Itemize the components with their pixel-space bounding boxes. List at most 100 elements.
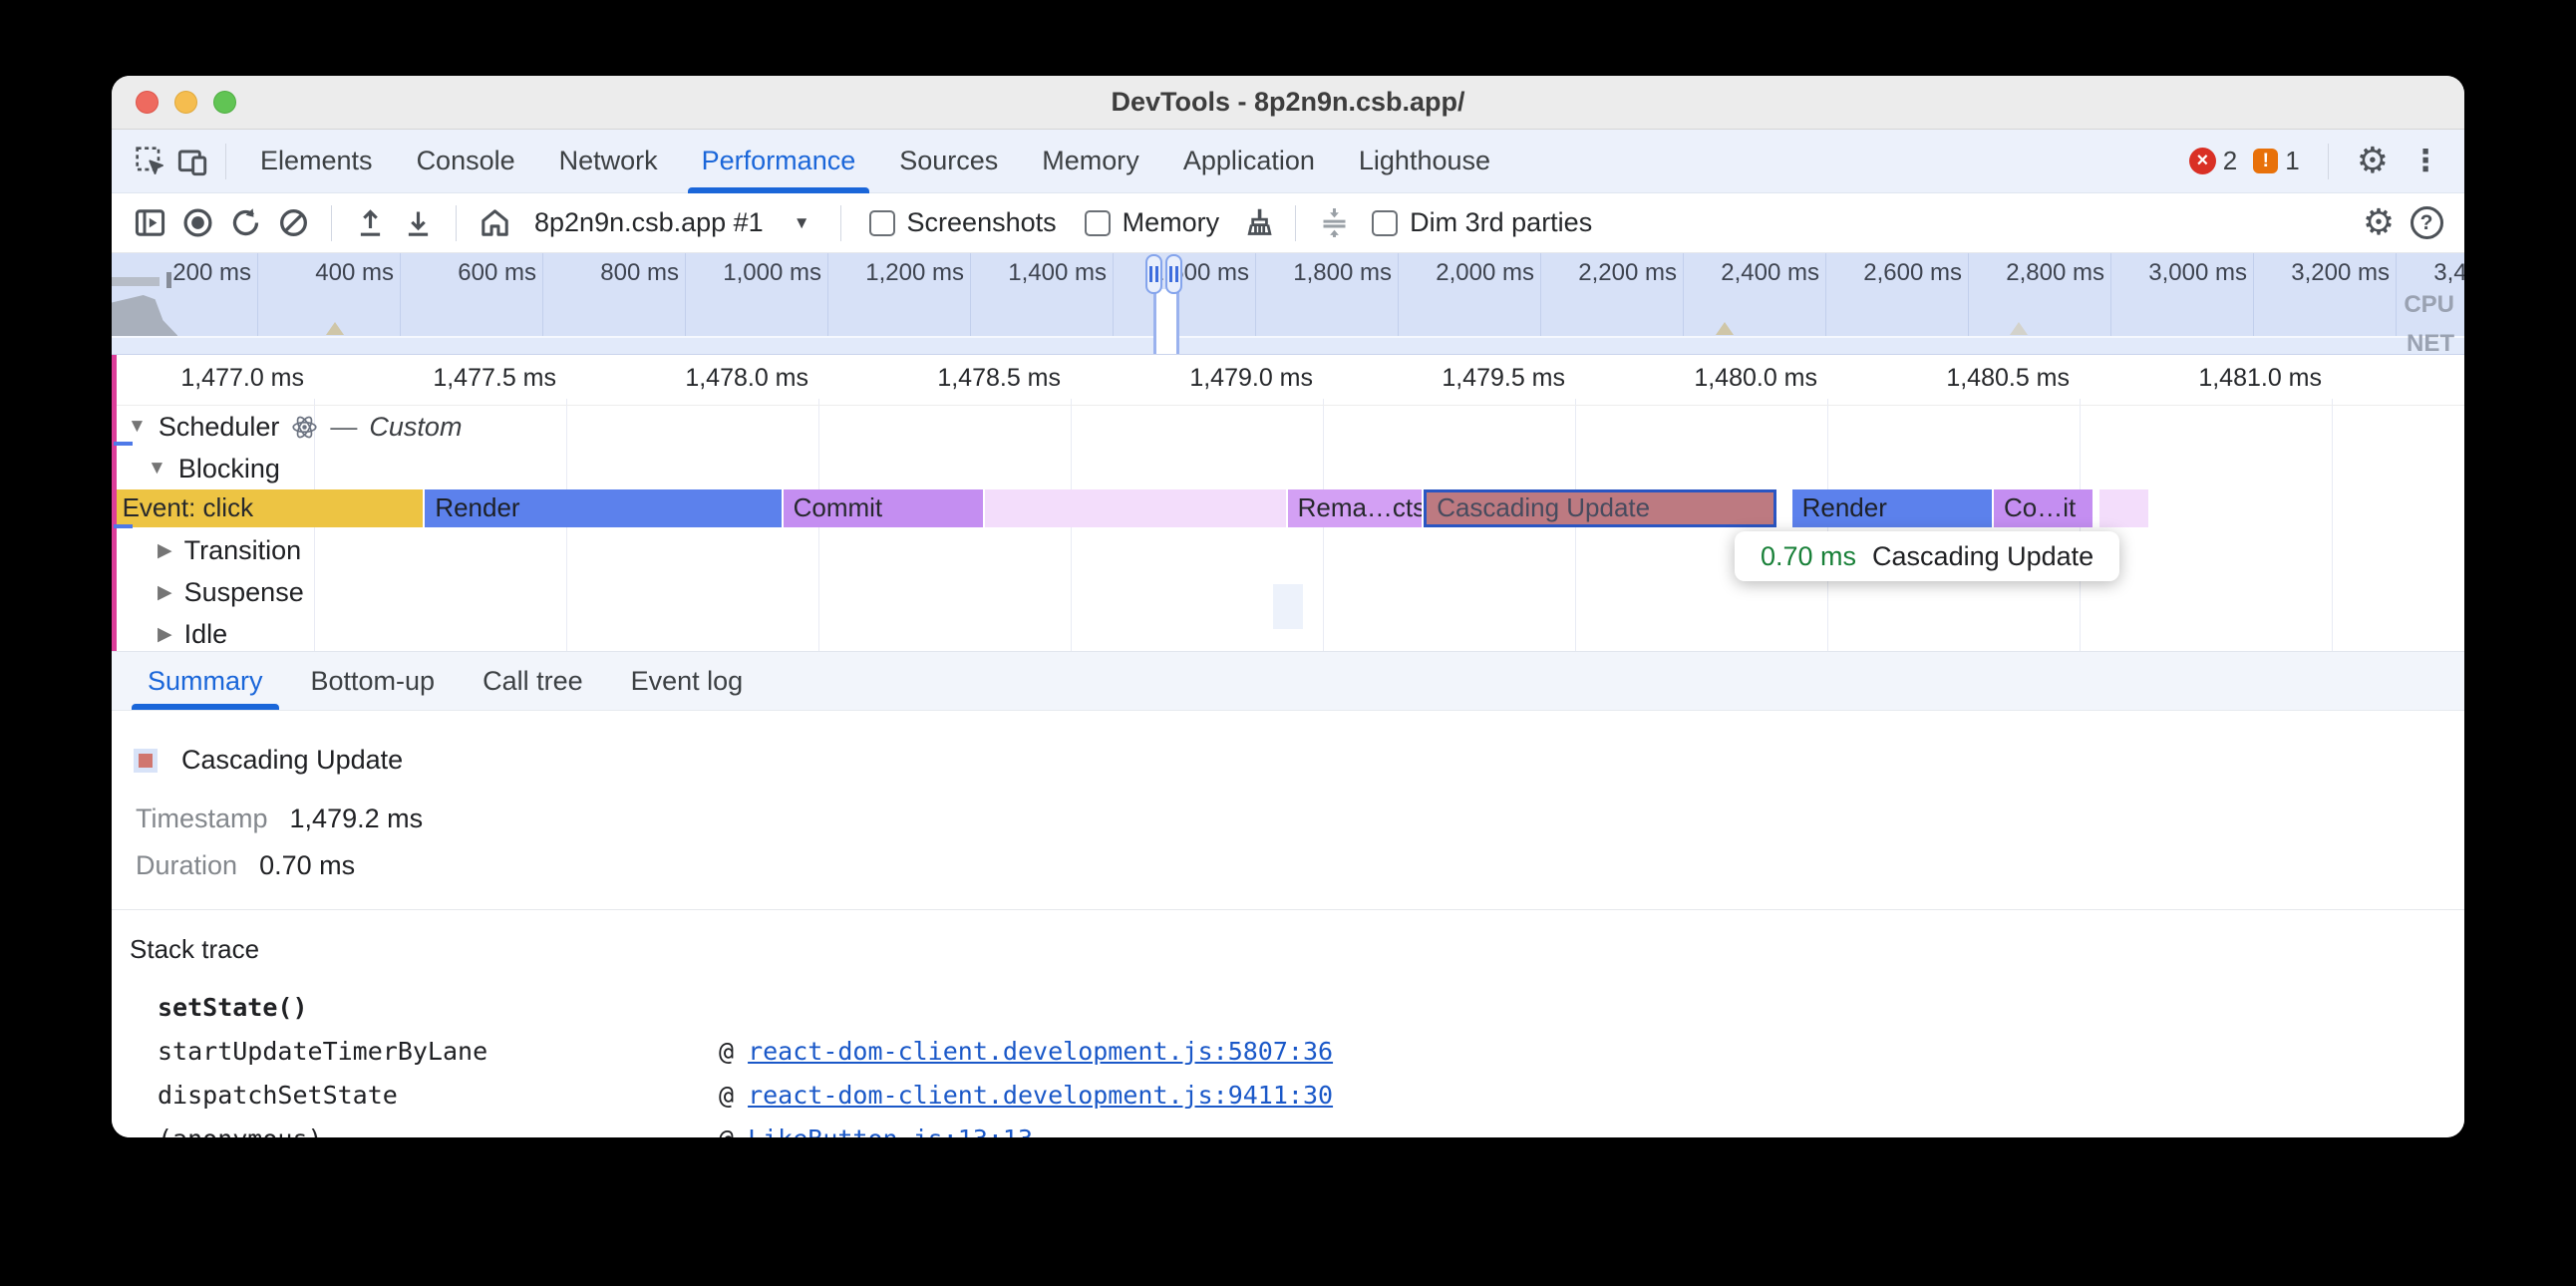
error-icon: × — [2189, 148, 2216, 174]
console-errors-button[interactable]: × 2 — [2189, 146, 2237, 176]
memory-checkbox[interactable]: Memory — [1073, 207, 1232, 238]
stack-frame: setState() — [158, 985, 2464, 1029]
record-and-reload-button[interactable] — [223, 201, 267, 245]
duration-value: 0.70 ms — [259, 850, 355, 881]
source-location-link[interactable]: LikeButton.js:13:13 — [748, 1125, 1033, 1138]
track-kind-label: Custom — [369, 412, 462, 443]
tab-sources[interactable]: Sources — [877, 130, 1020, 193]
minimize-button[interactable] — [174, 91, 197, 114]
network-activity-strip — [112, 336, 2464, 354]
source-location-link[interactable]: react-dom-client.development.js:9411:30 — [748, 1081, 1333, 1110]
clear-button[interactable] — [271, 201, 315, 245]
settings-gear-icon[interactable]: ⚙ — [2357, 144, 2389, 179]
ruler-tick-label: 1,479.5 ms — [1346, 364, 1565, 393]
capture-settings-gear-icon: ⚙ — [2363, 205, 2395, 241]
collect-garbage-button[interactable] — [1235, 201, 1279, 245]
flame-event-pending[interactable] — [2099, 489, 2150, 527]
toolbar-divider — [1295, 205, 1296, 241]
warning-icon: ! — [2253, 149, 2278, 173]
ruler-tick-label: 1,477.5 ms — [337, 364, 556, 393]
history-select-value: 8p2n9n.csb.app #1 — [534, 207, 764, 238]
toolbar-divider — [225, 144, 226, 179]
tab-call-tree[interactable]: Call tree — [459, 652, 607, 710]
tab-memory[interactable]: Memory — [1020, 130, 1161, 193]
close-button[interactable] — [136, 91, 159, 114]
tab-network[interactable]: Network — [537, 130, 680, 193]
triangle-right-icon: ▶ — [158, 539, 172, 562]
chart-highlight-rect — [1273, 584, 1303, 629]
tab-lighthouse[interactable]: Lighthouse — [1337, 130, 1512, 193]
tab-bottom-up[interactable]: Bottom-up — [287, 652, 460, 710]
warning-count: 1 — [2285, 146, 2299, 176]
collapse-flame-button[interactable] — [1312, 201, 1356, 245]
gc-brush-icon — [1241, 206, 1274, 239]
tab-event-log[interactable]: Event log — [607, 652, 768, 710]
overview-tick-label: 400 ms — [250, 259, 394, 287]
panel-tabs: ElementsConsoleNetworkPerformanceSources… — [238, 130, 1512, 193]
flame-event-event[interactable]: Event: click — [113, 489, 426, 527]
tab-performance[interactable]: Performance — [680, 130, 878, 193]
flame-event-render[interactable]: Render — [1792, 489, 1994, 527]
live-metrics-button[interactable] — [473, 201, 516, 245]
save-profile-button[interactable] — [396, 201, 440, 245]
track-indicator-dash — [114, 442, 133, 446]
more-options-icon[interactable]: ⋮ — [2405, 144, 2446, 178]
zoom-button[interactable] — [213, 91, 236, 114]
flame-event-pending[interactable] — [985, 489, 1288, 527]
flame-chart-area[interactable]: 1,477.0 ms1,477.5 ms1,478.0 ms1,478.5 ms… — [112, 355, 2464, 651]
tab-console[interactable]: Console — [395, 130, 537, 193]
selection-handle-right[interactable] — [1165, 254, 1182, 294]
timestamp-value: 1,479.2 ms — [290, 804, 424, 834]
tab-elements[interactable]: Elements — [238, 130, 395, 193]
inspect-cursor-icon — [135, 146, 166, 177]
stack-function-name: startUpdateTimerByLane — [158, 1037, 719, 1066]
active-tab-underline — [132, 704, 279, 710]
ruler-tick-label: 1,477.0 ms — [112, 364, 304, 393]
row-blocking[interactable]: ▼ Blocking — [112, 450, 2464, 487]
flame-event-commit[interactable]: Commit — [784, 489, 985, 527]
checkbox-icon — [1085, 210, 1111, 236]
overview-tick-label: 2,000 ms — [1391, 259, 1534, 287]
toggle-sidebar-button[interactable] — [128, 201, 171, 245]
toolbar-divider — [456, 205, 457, 241]
record-button[interactable] — [175, 201, 219, 245]
flame-event-remaining[interactable]: Rema…cts — [1288, 489, 1425, 527]
stack-function-name: (anonymous) — [158, 1125, 719, 1138]
load-profile-button[interactable] — [348, 201, 392, 245]
performance-tooltip: 0.70 ms Cascading Update — [1735, 531, 2119, 581]
console-warnings-button[interactable]: ! 1 — [2253, 146, 2299, 176]
screenshots-label: Screenshots — [907, 207, 1057, 238]
source-location-link[interactable]: react-dom-client.development.js:5807:36 — [748, 1037, 1333, 1066]
dim-3rd-parties-checkbox[interactable]: Dim 3rd parties — [1360, 207, 1604, 238]
ruler-tick-label: 1,481.0 ms — [2102, 364, 2322, 393]
screenshots-checkbox[interactable]: Screenshots — [857, 207, 1069, 238]
timeline-overview[interactable]: 200 ms400 ms600 ms800 ms1,000 ms1,200 ms… — [112, 253, 2464, 355]
stack-function-name: dispatchSetState — [158, 1081, 719, 1110]
toolbar-divider — [2328, 144, 2329, 179]
device-toolbar-button[interactable] — [171, 141, 213, 182]
toolbar-divider — [331, 205, 332, 241]
capture-settings-button[interactable]: ⚙ — [2357, 201, 2401, 245]
stack-frames: setState() startUpdateTimerByLane@ react-d… — [112, 965, 2464, 1137]
at-symbol: @ — [719, 1037, 734, 1066]
history-select[interactable]: 8p2n9n.csb.app #1 ▼ — [520, 207, 824, 238]
stack-frame: (anonymous)@LikeButton.js:13:13 — [158, 1117, 2464, 1137]
overview-selection-window[interactable] — [1153, 289, 1179, 354]
flame-event-cascading[interactable]: Cascading Update — [1424, 489, 1776, 527]
triangle-right-icon: ▶ — [158, 623, 172, 646]
flame-event-commit[interactable]: Co…it — [1994, 489, 2094, 527]
track-header-scheduler[interactable]: ▼ Scheduler — Custom — [112, 408, 2464, 446]
tab-summary[interactable]: Summary — [124, 652, 287, 710]
summary-header: Cascading Update — [112, 711, 2464, 776]
home-icon — [479, 206, 511, 239]
flame-event-render[interactable]: Render — [425, 489, 783, 527]
selection-handle-left[interactable] — [1145, 254, 1162, 294]
help-button[interactable]: ? — [2405, 201, 2448, 245]
tab-application[interactable]: Application — [1161, 130, 1337, 193]
chevron-down-icon: ▼ — [794, 213, 810, 233]
upload-icon — [354, 206, 387, 239]
devtools-tab-bar: ElementsConsoleNetworkPerformanceSources… — [112, 130, 2464, 193]
track-indicator-dash — [114, 524, 133, 528]
active-tab-underline — [688, 187, 870, 193]
inspect-element-button[interactable] — [130, 141, 171, 182]
